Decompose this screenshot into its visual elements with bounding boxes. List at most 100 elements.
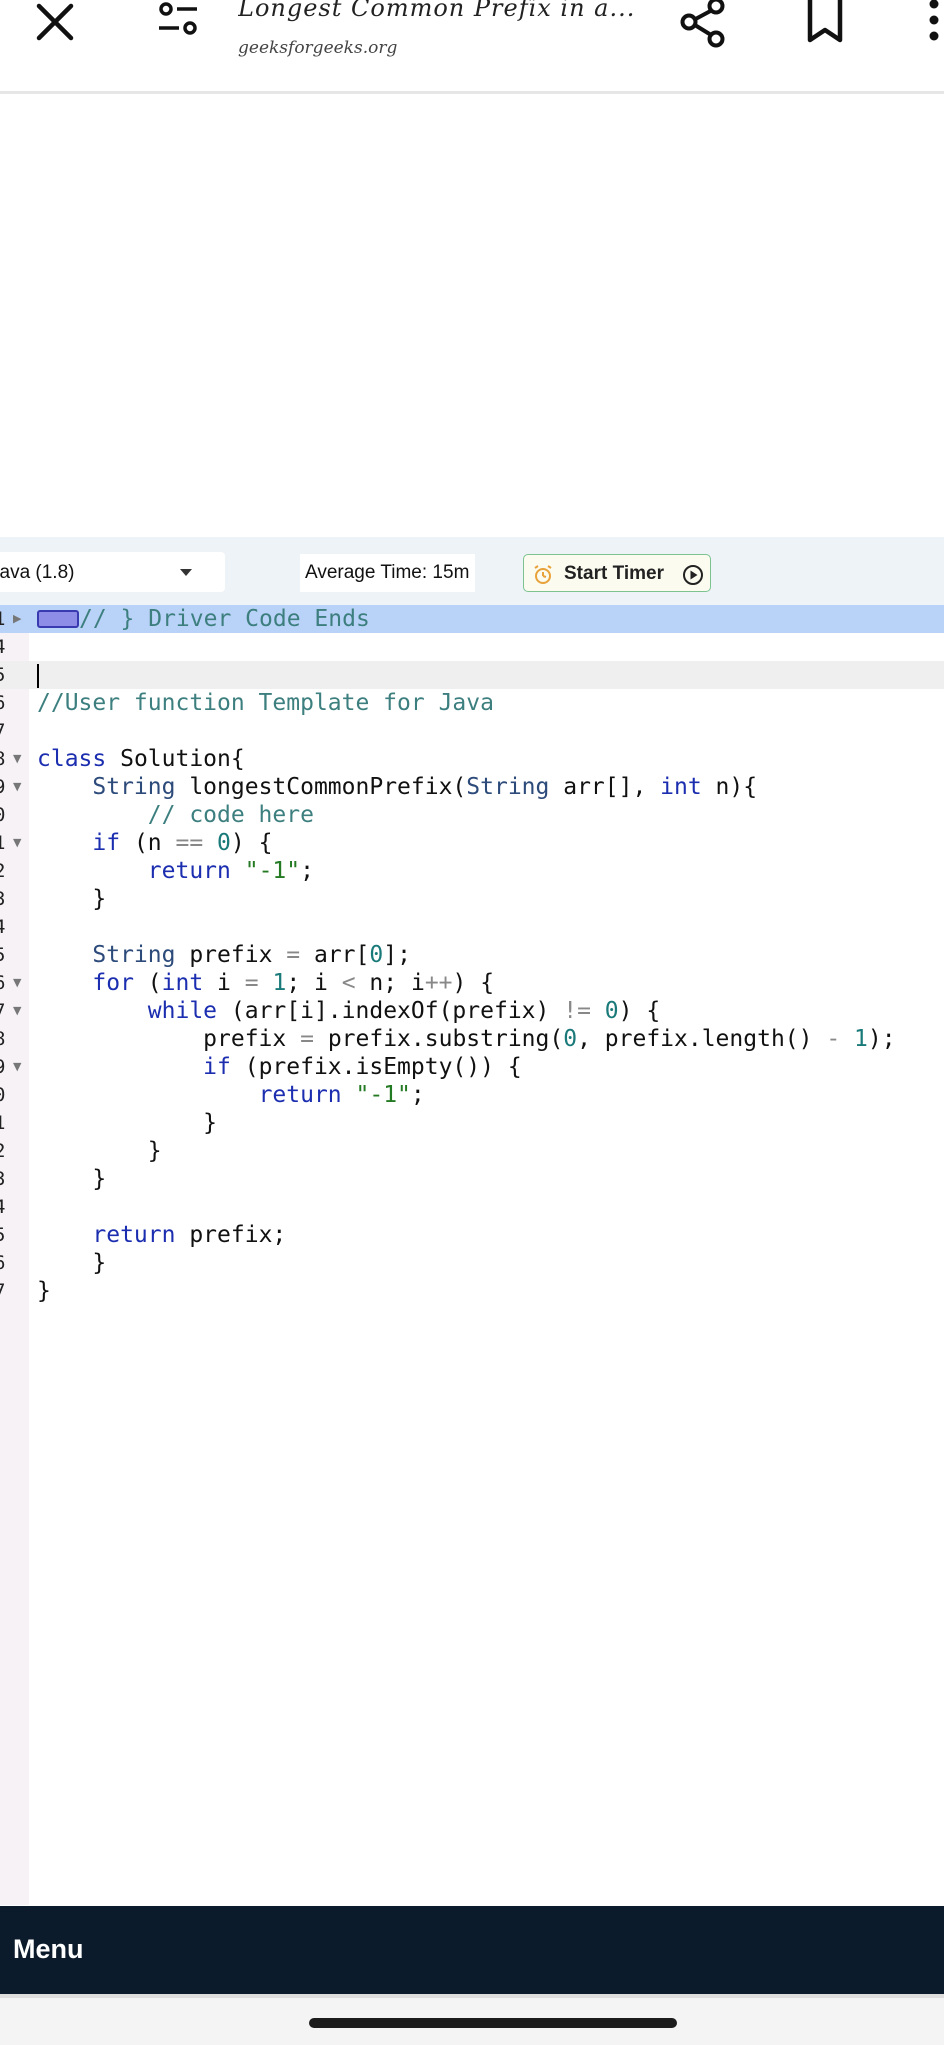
line-number: 5 bbox=[0, 941, 12, 969]
home-indicator[interactable] bbox=[309, 2018, 677, 2028]
language-select-value: Java (1.8) bbox=[0, 562, 75, 583]
code-line[interactable]: 2 return "-1"; bbox=[0, 857, 944, 885]
code-editor[interactable]: 1 ▶ // } Driver Code Ends 4 5 6 //User f… bbox=[0, 605, 944, 1905]
line-number: 3 bbox=[0, 1165, 12, 1193]
line-number: 4 bbox=[0, 633, 12, 661]
bottom-menu-bar[interactable]: Menu bbox=[0, 1906, 944, 1994]
code-text: if (prefix.isEmpty()) { bbox=[203, 1054, 522, 1080]
line-number: 2 bbox=[0, 857, 12, 885]
browser-top-bar: Longest Common Prefix in a... geeksforge… bbox=[0, 0, 944, 94]
code-text: //User function Template for Java bbox=[37, 690, 494, 716]
code-line[interactable]: 2 } bbox=[0, 1137, 944, 1165]
line-number: 6 bbox=[0, 1249, 12, 1277]
code-text: } bbox=[37, 1250, 107, 1276]
line-number: 9 bbox=[0, 773, 12, 801]
code-line[interactable]: 4 bbox=[0, 633, 944, 661]
line-number: 8 bbox=[0, 1025, 12, 1053]
code-line[interactable]: 6 ▼ for (int i = 1; i < n; i++) { bbox=[0, 969, 944, 997]
average-time-label: Average Time: 15m bbox=[300, 554, 476, 592]
code-text: } bbox=[37, 886, 107, 912]
code-text: class Solution{ bbox=[37, 746, 245, 772]
code-line[interactable]: 6 } bbox=[0, 1249, 944, 1277]
fold-arrow-down-icon[interactable]: ▼ bbox=[13, 969, 21, 997]
code-text: return prefix; bbox=[92, 1222, 287, 1248]
line-number: 3 bbox=[0, 885, 12, 913]
line-number: 1 bbox=[0, 605, 12, 633]
code-text: for (int i = 1; i < n; i++) { bbox=[92, 970, 495, 996]
code-line[interactable]: 4 bbox=[0, 1193, 944, 1221]
code-text: while (arr[i].indexOf(prefix) != 0) { bbox=[147, 998, 661, 1024]
code-line[interactable]: 6 //User function Template for Java bbox=[0, 689, 944, 717]
code-line[interactable]: 7 bbox=[0, 717, 944, 745]
line-number: 6 bbox=[0, 969, 12, 997]
play-circle-icon bbox=[683, 565, 703, 585]
code-line[interactable]: 0 // code here bbox=[0, 801, 944, 829]
code-text: } bbox=[37, 1110, 218, 1136]
code-line[interactable]: 9 ▼ if (prefix.isEmpty()) { bbox=[0, 1053, 944, 1081]
line-number: 2 bbox=[0, 1137, 12, 1165]
line-number: 4 bbox=[0, 1193, 12, 1221]
start-timer-button[interactable]: Start Timer bbox=[523, 554, 711, 592]
line-number: 6 bbox=[0, 689, 12, 717]
close-icon[interactable] bbox=[30, 0, 80, 44]
code-line[interactable]: 8 prefix = prefix.substring(0, prefix.le… bbox=[0, 1025, 944, 1053]
code-line[interactable]: 5 return prefix; bbox=[0, 1221, 944, 1249]
code-line[interactable]: 3 } bbox=[0, 885, 944, 913]
code-line-current[interactable]: 5 bbox=[0, 661, 944, 689]
code-text: return "-1"; bbox=[147, 858, 314, 884]
code-text: String prefix = arr[0]; bbox=[92, 942, 411, 968]
code-line[interactable]: 0 return "-1"; bbox=[0, 1081, 944, 1109]
code-line[interactable]: 5 String prefix = arr[0]; bbox=[0, 941, 944, 969]
fold-arrow-right-icon[interactable]: ▶ bbox=[13, 605, 21, 633]
line-number: 9 bbox=[0, 1053, 12, 1081]
fold-arrow-down-icon[interactable]: ▼ bbox=[13, 773, 21, 801]
line-number: 0 bbox=[0, 801, 12, 829]
fold-arrow-down-icon[interactable]: ▼ bbox=[13, 1053, 21, 1081]
line-number: 8 bbox=[0, 745, 12, 773]
code-line[interactable]: 7 ▼ while (arr[i].indexOf(prefix) != 0) … bbox=[0, 997, 944, 1025]
language-select[interactable]: Java (1.8) bbox=[0, 552, 225, 592]
share-icon[interactable] bbox=[676, 0, 730, 52]
code-line[interactable]: 1 } bbox=[0, 1109, 944, 1137]
line-number: 4 bbox=[0, 913, 12, 941]
fold-arrow-down-icon[interactable]: ▼ bbox=[13, 745, 21, 773]
code-line[interactable]: 4 bbox=[0, 913, 944, 941]
bookmark-icon[interactable] bbox=[800, 0, 850, 48]
chevron-down-icon bbox=[180, 569, 192, 576]
line-number: 7 bbox=[0, 717, 12, 745]
app-screen: Longest Common Prefix in a... geeksforge… bbox=[0, 0, 944, 2045]
editor-toolbar: Java (1.8) Average Time: 15m Start Timer bbox=[0, 537, 944, 605]
line-number: 7 bbox=[0, 997, 12, 1025]
line-number: 0 bbox=[0, 1081, 12, 1109]
system-nav-bar bbox=[0, 1994, 944, 2045]
code-text: prefix = prefix.substring(0, prefix.leng… bbox=[37, 1026, 896, 1052]
fold-arrow-down-icon[interactable]: ▼ bbox=[13, 997, 21, 1025]
code-line[interactable]: 8 ▼ class Solution{ bbox=[0, 745, 944, 773]
code-text: return "-1"; bbox=[258, 1082, 425, 1108]
alarm-clock-icon bbox=[534, 565, 552, 584]
code-line[interactable]: 9 ▼ String longestCommonPrefix(String ar… bbox=[0, 773, 944, 801]
tune-icon[interactable] bbox=[155, 0, 205, 44]
folded-code-marker[interactable] bbox=[37, 610, 79, 628]
text-cursor bbox=[37, 664, 39, 688]
code-line[interactable]: 1 ▼ if (n == 0) { bbox=[0, 829, 944, 857]
code-text: // } Driver Code Ends bbox=[79, 606, 370, 632]
more-vert-icon[interactable] bbox=[924, 0, 944, 48]
line-number: 5 bbox=[0, 661, 12, 689]
code-text: } bbox=[37, 1138, 162, 1164]
page-url: geeksforgeeks.org bbox=[238, 38, 398, 58]
code-text: } bbox=[37, 1278, 51, 1304]
start-timer-label: Start Timer bbox=[564, 563, 664, 584]
line-number: 5 bbox=[0, 1221, 12, 1249]
code-text: } bbox=[37, 1166, 107, 1192]
line-number: 1 bbox=[0, 1109, 12, 1137]
fold-arrow-down-icon[interactable]: ▼ bbox=[13, 829, 21, 857]
menu-button[interactable]: Menu bbox=[13, 1934, 84, 1965]
code-text: if (n == 0) { bbox=[92, 830, 273, 856]
code-line[interactable]: 3 } bbox=[0, 1165, 944, 1193]
code-line[interactable]: 1 ▶ // } Driver Code Ends bbox=[0, 605, 944, 633]
code-text: String longestCommonPrefix(String arr[],… bbox=[92, 774, 758, 800]
line-number: 1 bbox=[0, 829, 12, 857]
code-text: // code here bbox=[37, 802, 314, 828]
code-line[interactable]: 7 } bbox=[0, 1277, 944, 1305]
